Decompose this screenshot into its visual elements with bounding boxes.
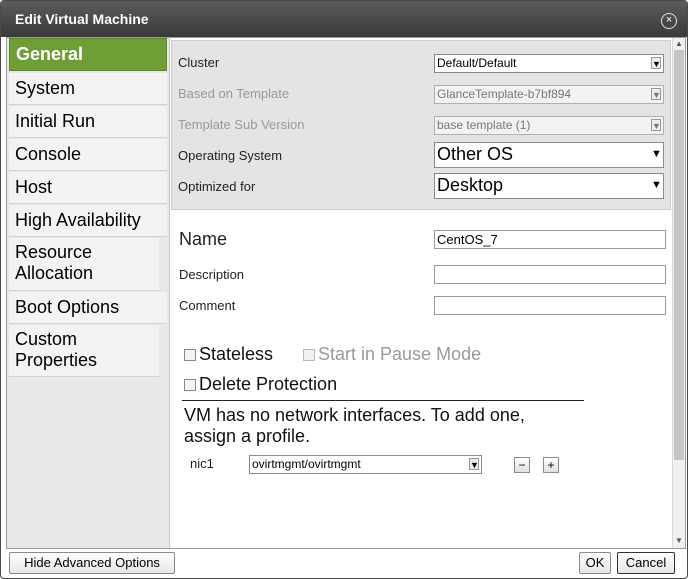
cluster-select[interactable]: Default/Default ▼ <box>434 54 664 73</box>
template-settings-panel: Cluster Default/Default ▼ Based on Templ… <box>171 40 671 210</box>
template-select: GlanceTemplate-b7bf894 ▼ <box>434 85 664 104</box>
scroll-up-icon[interactable]: ▲ <box>674 39 684 49</box>
sidebar-item-system[interactable]: System <box>9 73 167 105</box>
sidebar-item-boot-options[interactable]: Boot Options <box>9 292 167 324</box>
sidebar: General System Initial Run Console Host … <box>7 38 170 548</box>
remove-nic-button[interactable]: − <box>514 457 530 473</box>
delete-protection-label: Delete Protection <box>199 374 338 394</box>
dialog-title: Edit Virtual Machine <box>15 11 149 27</box>
subversion-select-value: base template (1) <box>437 118 531 132</box>
cluster-select-value: Default/Default <box>437 56 517 70</box>
scrollbar[interactable]: ▲ ▼ <box>672 38 685 548</box>
subversion-select: base template (1) ▼ <box>434 116 664 135</box>
description-field[interactable] <box>434 265 666 284</box>
close-icon[interactable]: × <box>661 13 677 29</box>
subversion-label: Template Sub Version <box>178 117 305 132</box>
scroll-down-icon[interactable]: ▼ <box>674 536 684 546</box>
ok-button[interactable]: OK <box>579 552 611 574</box>
cluster-label: Cluster <box>178 55 220 70</box>
sidebar-item-general[interactable]: General <box>9 38 167 71</box>
stateless-checkbox[interactable] <box>184 349 196 361</box>
sidebar-item-resource-allocation[interactable]: Resource Allocation <box>9 238 159 291</box>
comment-label: Comment <box>179 298 236 313</box>
sidebar-item-host[interactable]: Host <box>9 172 167 204</box>
network-message: VM has no network interfaces. To add one… <box>184 405 525 446</box>
delete-protection-checkbox[interactable] <box>184 379 196 391</box>
cancel-button[interactable]: Cancel <box>617 552 675 574</box>
chevron-down-icon: ▼ <box>469 458 479 470</box>
start-paused-label: Start in Pause Mode <box>318 344 482 364</box>
chevron-down-icon: ▼ <box>651 179 662 191</box>
nic-label: nic1 <box>190 456 214 471</box>
sidebar-item-high-availability[interactable]: High Availability <box>9 205 167 237</box>
os-select-value: Other OS <box>437 144 514 164</box>
optimized-select[interactable]: Desktop ▼ <box>434 173 664 199</box>
comment-field[interactable] <box>434 296 666 315</box>
stateless-label: Stateless <box>199 344 274 364</box>
os-label: Operating System <box>178 148 283 163</box>
start-paused-checkbox <box>303 349 315 361</box>
description-label: Description <box>179 267 245 282</box>
nic-profile-value: ovirtmgmt/ovirtmgmt <box>252 457 361 471</box>
template-label: Based on Template <box>178 86 290 101</box>
chevron-down-icon: ▼ <box>651 88 661 100</box>
optimized-label: Optimized for <box>178 179 256 194</box>
general-tab-panel: Cluster Default/Default ▼ Based on Templ… <box>170 38 671 548</box>
name-field[interactable] <box>434 230 666 249</box>
add-nic-button[interactable]: + <box>543 457 559 473</box>
sidebar-item-custom-properties[interactable]: Custom Properties <box>9 325 159 377</box>
edit-vm-dialog: Edit Virtual Machine × General System In… <box>0 0 688 579</box>
scrollbar-thumb[interactable] <box>674 50 684 460</box>
dialog-titlebar: Edit Virtual Machine × <box>1 1 687 37</box>
chevron-down-icon: ▼ <box>651 148 662 160</box>
chevron-down-icon: ▼ <box>651 119 661 131</box>
divider <box>182 400 584 401</box>
nic-profile-select[interactable]: ovirtmgmt/ovirtmgmt ▼ <box>249 455 482 474</box>
sidebar-item-console[interactable]: Console <box>9 139 167 171</box>
dialog-content: General System Initial Run Console Host … <box>6 37 686 549</box>
template-select-value: GlanceTemplate-b7bf894 <box>437 87 572 101</box>
chevron-down-icon: ▼ <box>651 57 661 69</box>
os-select[interactable]: Other OS ▼ <box>434 142 664 168</box>
hide-advanced-options-button[interactable]: Hide Advanced Options <box>9 552 175 574</box>
sidebar-item-initial-run[interactable]: Initial Run <box>9 106 167 138</box>
optimized-select-value: Desktop <box>437 175 504 195</box>
name-label: Name <box>179 229 228 249</box>
